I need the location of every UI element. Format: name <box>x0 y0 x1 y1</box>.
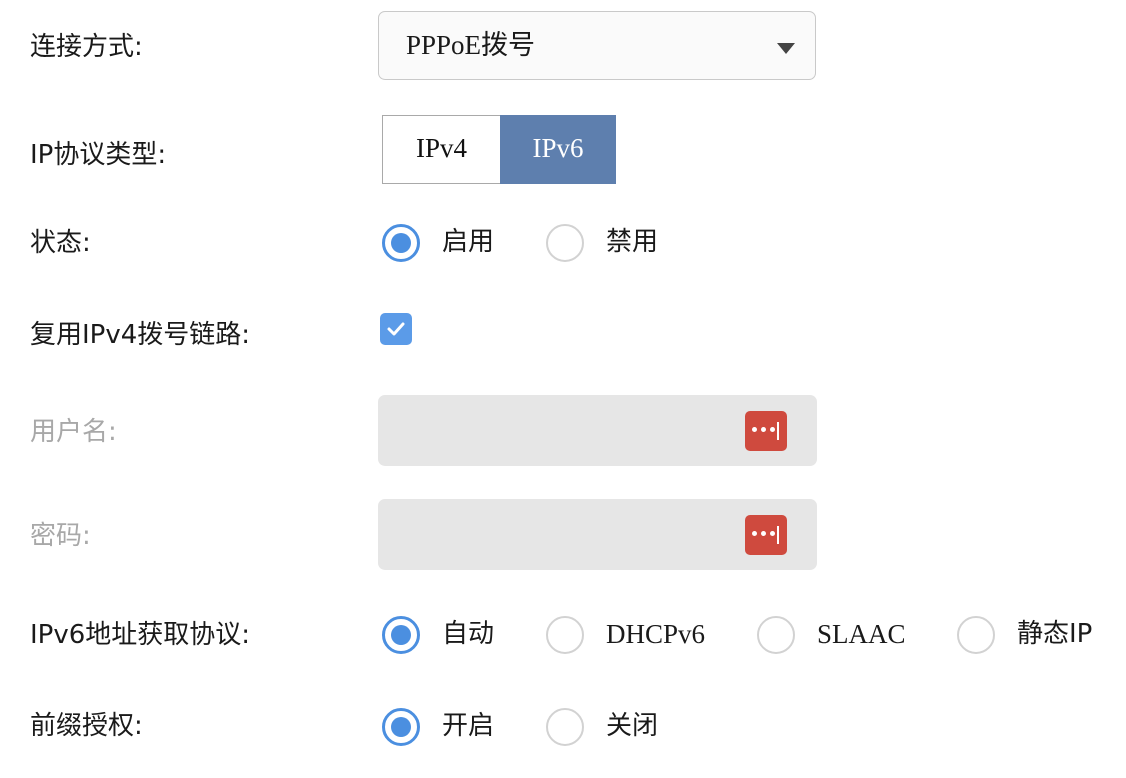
status-disable-label: 禁用 <box>606 227 659 257</box>
password-manager-icon[interactable] <box>745 411 787 451</box>
username-label: 用户名: <box>30 417 117 447</box>
ip-protocol-type-label: IP协议类型: <box>30 140 167 170</box>
ipv6-slaac-radio[interactable] <box>757 616 795 654</box>
status-enable-radio[interactable] <box>382 224 420 262</box>
ip-protocol-ipv6-tab[interactable]: IPv6 <box>500 115 616 184</box>
ipv6-static-ip-label: 静态IP <box>1017 619 1093 649</box>
reuse-ipv4-link-label: 复用IPv4拨号链路: <box>30 320 251 350</box>
ipv6-auto-label: 自动 <box>442 619 495 649</box>
ipv6-static-ip-radio[interactable] <box>957 616 995 654</box>
connection-type-select[interactable]: PPPoE拨号 <box>378 11 816 80</box>
username-input[interactable] <box>378 395 817 466</box>
password-input[interactable] <box>378 499 817 570</box>
ipv6-addr-protocol-label: IPv6地址获取协议: <box>30 620 251 650</box>
prefix-delegation-label: 前缀授权: <box>30 711 143 741</box>
password-manager-icon[interactable] <box>745 515 787 555</box>
reuse-ipv4-link-checkbox[interactable] <box>380 313 412 345</box>
prefix-delegation-off-label: 关闭 <box>606 711 659 741</box>
prefix-delegation-off-radio[interactable] <box>546 708 584 746</box>
prefix-delegation-on-radio[interactable] <box>382 708 420 746</box>
status-disable-radio[interactable] <box>546 224 584 262</box>
connection-type-label: 连接方式: <box>30 32 143 62</box>
dropdown-arrow-icon <box>777 43 795 54</box>
ipv6-dhcpv6-radio[interactable] <box>546 616 584 654</box>
checkmark-icon <box>387 322 405 336</box>
password-label: 密码: <box>30 521 91 551</box>
prefix-delegation-on-label: 开启 <box>442 711 495 741</box>
status-label: 状态: <box>30 228 91 258</box>
ipv6-dhcpv6-label: DHCPv6 <box>606 619 706 649</box>
ipv6-slaac-label: SLAAC <box>817 619 906 649</box>
status-enable-label: 启用 <box>442 227 495 257</box>
ipv6-auto-radio[interactable] <box>382 616 420 654</box>
connection-type-value: PPPoE拨号 <box>406 30 536 60</box>
ip-protocol-ipv4-tab[interactable]: IPv4 <box>382 115 501 184</box>
